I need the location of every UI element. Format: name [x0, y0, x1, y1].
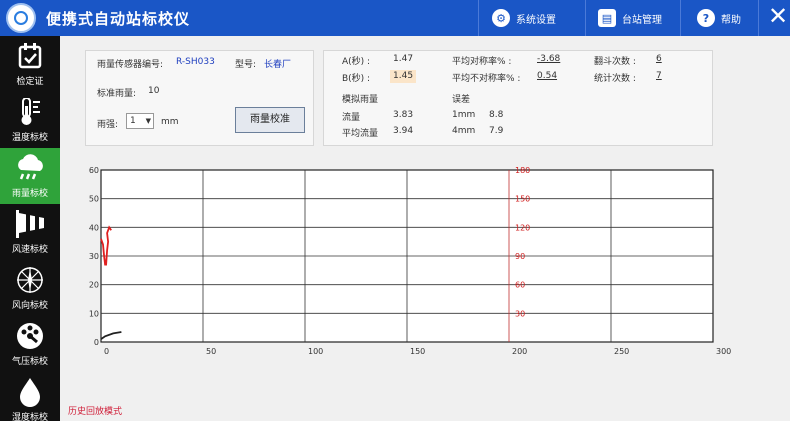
sidebar-item-rainfall[interactable]: 雨量标校	[0, 148, 60, 204]
simulated-rainfall-title: 模拟雨量	[342, 95, 379, 105]
x-tick-label: 100	[308, 347, 323, 356]
sidebar-item-certificate[interactable]: 检定证	[0, 36, 60, 92]
avg-asymmetry-label: 平均不对称率% :	[452, 74, 521, 84]
sidebar-item-label: 气压标校	[11, 357, 48, 367]
standard-rainfall-label: 标准雨量:	[97, 89, 137, 99]
calendar-check-icon	[0, 42, 60, 70]
intensity-unit: mm	[161, 117, 179, 127]
sidebar-item-label: 检定证	[16, 77, 44, 87]
windsock-icon	[0, 210, 60, 238]
sidebar-item-label: 风向标校	[11, 301, 48, 311]
y-left-tick-label: 30	[89, 252, 99, 261]
sidebar-item-pressure[interactable]: 气压标校	[0, 316, 60, 372]
bucket-flip-label: 翻斗次数 :	[594, 57, 636, 67]
y-left-tick-label: 40	[89, 223, 99, 232]
sensor-id-value: R-SH033	[176, 57, 215, 67]
bucket-flip-value: 6	[656, 54, 662, 64]
intensity-label: 雨强:	[97, 120, 119, 130]
y-left-tick-label: 10	[89, 309, 99, 318]
app-logo-icon	[6, 3, 36, 33]
model-value: 长春厂	[264, 60, 292, 70]
settings-label: 系统设置	[516, 14, 556, 26]
y-left-tick-label: 60	[89, 166, 99, 175]
chart-canvas: 0 50 100 150 200 250 300 0 10 20 30 40 50 60 30 60 90 120…	[89, 166, 731, 356]
stat-count-label: 统计次数 :	[594, 74, 636, 84]
rainfall-chart: 0 50 100 150 200 250 300 0 10 20 30 40 50 60 30 60 90 120…	[68, 158, 790, 403]
toolbar-divider	[758, 0, 759, 36]
title-bar: 便携式自动站标校仪 ⚙ 系统设置 ▤ 台站管理 ? 帮助 ✕	[0, 0, 790, 36]
help-button[interactable]: ? 帮助	[697, 0, 741, 36]
y-right-tick-label: 60	[515, 281, 525, 290]
sensor-id-label: 雨量传感器编号:	[97, 60, 164, 70]
sidebar-item-label: 湿度标校	[11, 413, 48, 421]
avg-flow-label: 平均流量	[342, 129, 379, 139]
sidebar-item-wind-direction[interactable]: 风向标校	[0, 260, 60, 316]
thermometer-icon	[0, 98, 60, 126]
y-right-tick-label: 90	[515, 252, 525, 261]
chevron-down-icon: ▼	[145, 117, 151, 125]
standard-rainfall-value: 10	[148, 86, 160, 96]
y-right-tick-label: 180	[515, 166, 530, 175]
rain-cloud-icon	[0, 154, 60, 182]
sidebar-item-label: 风速标校	[11, 245, 48, 255]
a-seconds-label: A(秒) :	[342, 57, 371, 67]
help-icon: ?	[697, 9, 715, 27]
app-title: 便携式自动站标校仪	[46, 10, 191, 28]
sidebar-item-humidity[interactable]: 湿度标校	[0, 372, 60, 421]
x-tick-label: 250	[614, 347, 629, 356]
error-4mm-label: 4mm	[452, 126, 476, 136]
b-seconds-label: B(秒) :	[342, 74, 371, 84]
gear-icon: ⚙	[492, 9, 510, 27]
x-tick-label: 300	[716, 347, 731, 356]
sidebar-item-wind-speed[interactable]: 风速标校	[0, 204, 60, 260]
history-playback-mode-label: 历史回放模式	[68, 407, 123, 417]
toolbar-divider	[478, 0, 479, 36]
intensity-select[interactable]: 1 ▼	[126, 113, 154, 129]
y-right-tick-label: 150	[515, 195, 530, 204]
flow-label: 流量	[342, 113, 361, 123]
station-label: 台站管理	[622, 14, 662, 26]
error-1mm-value: 8.8	[489, 110, 504, 120]
model-label: 型号:	[235, 60, 257, 70]
sidebar-item-temperature[interactable]: 温度标校	[0, 92, 60, 148]
help-label: 帮助	[721, 14, 741, 26]
y-right-tick-label: 120	[515, 223, 530, 232]
gauge-icon	[0, 322, 60, 350]
x-tick-label: 50	[206, 347, 216, 356]
stat-count-value: 7	[656, 71, 662, 81]
x-tick-label: 0	[104, 347, 109, 356]
avg-symmetry-value: -3.68	[537, 54, 561, 64]
error-4mm-value: 7.9	[489, 126, 504, 136]
flow-value: 3.83	[393, 110, 414, 120]
y-left-tick-label: 50	[89, 195, 99, 204]
y-left-tick-label: 0	[94, 338, 99, 347]
b-seconds-value: 1.45	[390, 70, 417, 83]
a-seconds-value: 1.47	[393, 54, 414, 64]
toolbar-divider	[680, 0, 681, 36]
error-title: 误差	[452, 95, 471, 105]
compass-icon	[0, 266, 60, 294]
settings-button[interactable]: ⚙ 系统设置	[492, 0, 556, 36]
station-management-button[interactable]: ▤ 台站管理	[598, 0, 662, 36]
close-icon[interactable]: ✕	[768, 4, 788, 28]
sidebar: 检定证 温度标校 雨量标校 风速标校 风向标校 气压标校 湿度标校	[0, 36, 60, 421]
x-tick-label: 200	[512, 347, 527, 356]
sidebar-item-label: 温度标校	[11, 133, 48, 143]
rainfall-calibrate-button[interactable]: 雨量校准	[235, 107, 305, 133]
y-left-tick-label: 20	[89, 281, 99, 290]
y-right-tick-label: 30	[515, 309, 525, 318]
avg-flow-value: 3.94	[393, 126, 414, 136]
avg-asymmetry-value: 0.54	[537, 71, 558, 81]
avg-symmetry-label: 平均对称率% :	[452, 57, 512, 67]
toolbar-divider	[585, 0, 586, 36]
water-drop-icon	[0, 378, 60, 407]
x-tick-label: 150	[410, 347, 425, 356]
sidebar-item-label: 雨量标校	[11, 189, 48, 199]
printer-icon: ▤	[598, 9, 616, 27]
statistics-panel	[323, 50, 713, 146]
intensity-select-value: 1	[130, 116, 136, 126]
error-1mm-label: 1mm	[452, 110, 476, 120]
